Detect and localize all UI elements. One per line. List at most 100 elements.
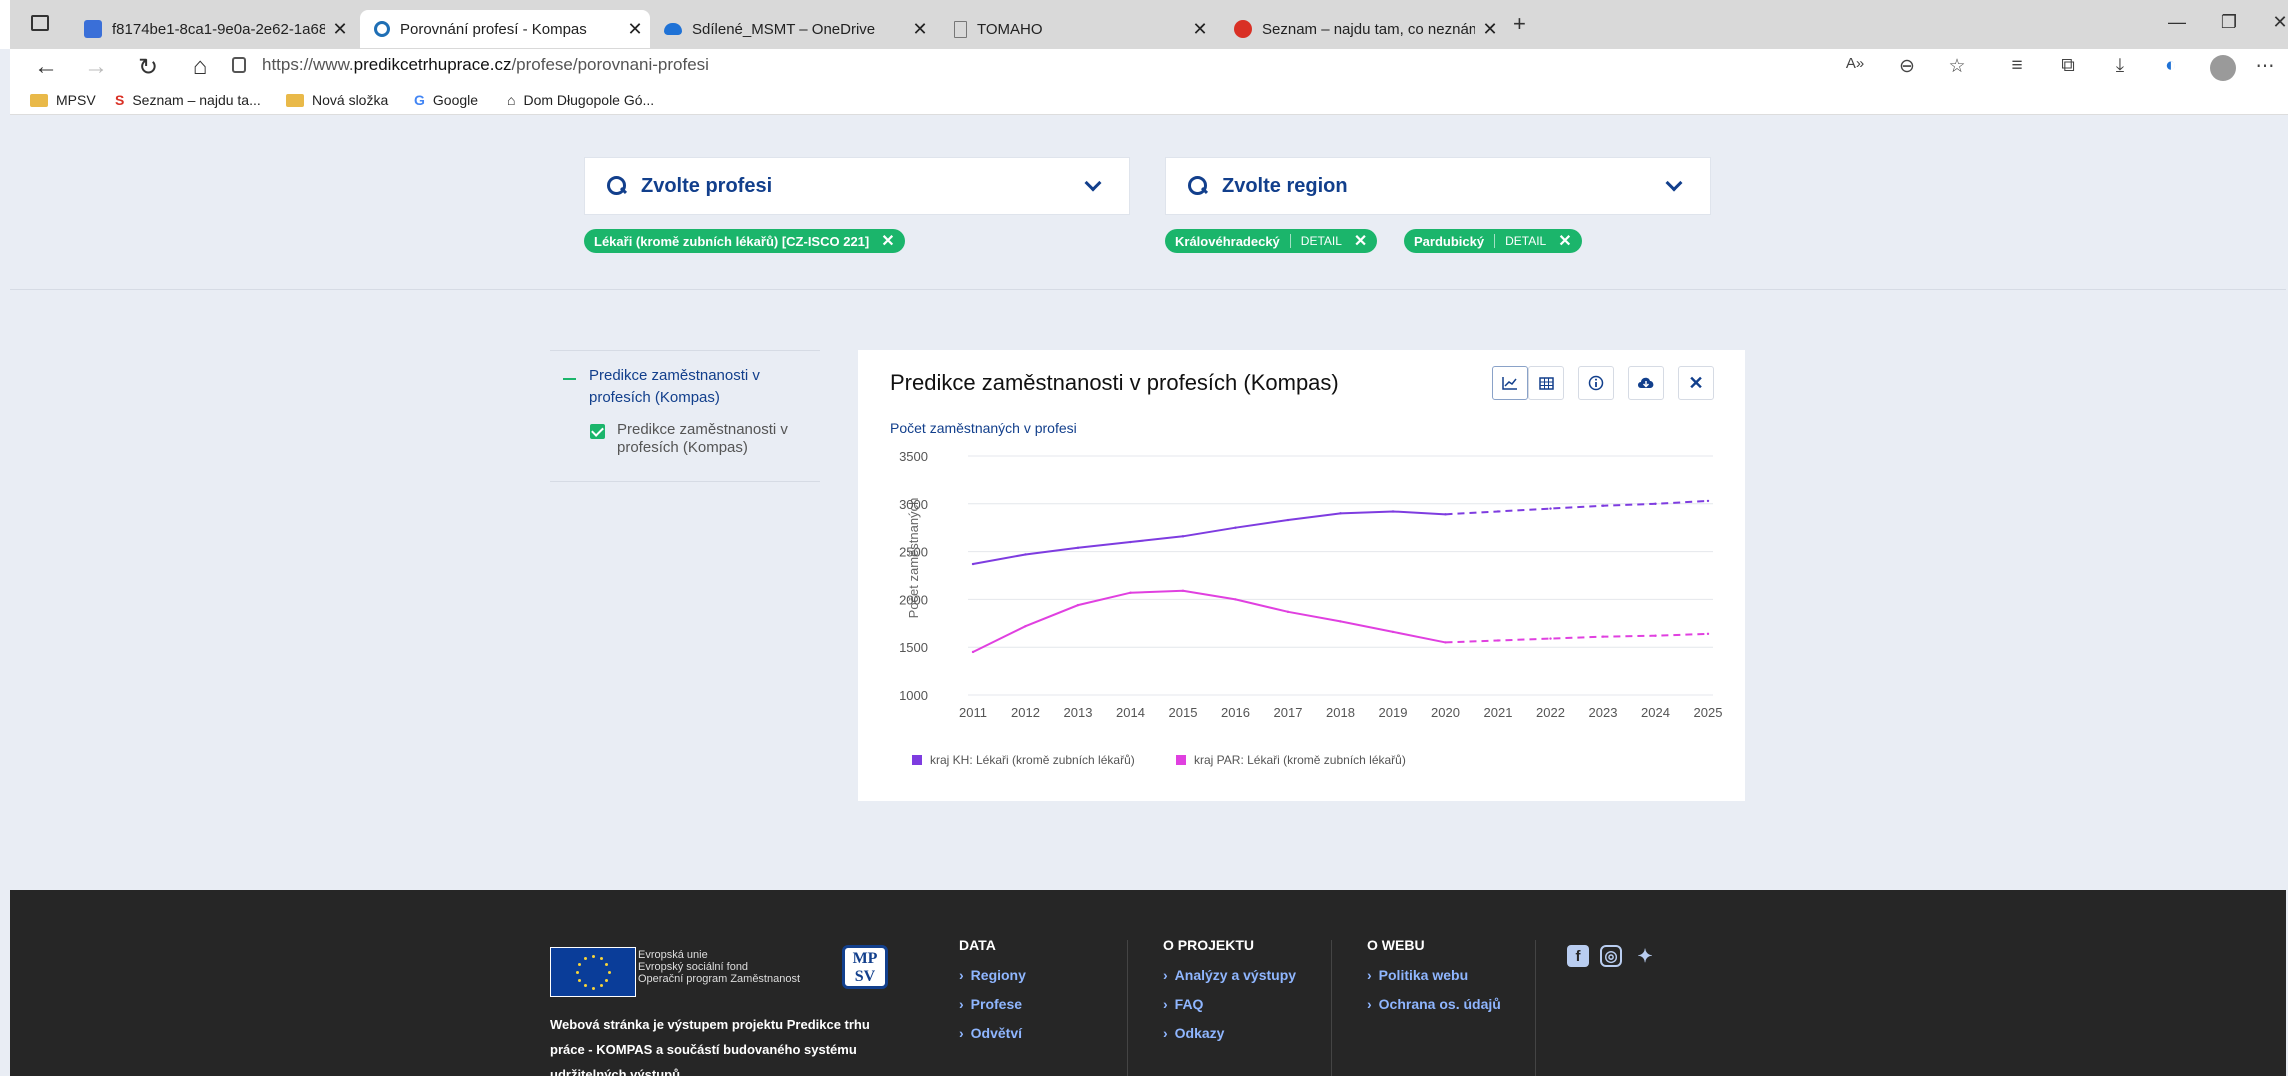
data-point[interactable] — [1496, 639, 1500, 642]
footer-link-odvetvi[interactable]: Odvětví — [959, 1025, 1026, 1041]
indicator-checkbox[interactable] — [590, 424, 605, 439]
tab-close-icon[interactable]: ✕ — [620, 19, 650, 40]
footer-link-politika[interactable]: Politika webu — [1367, 967, 1501, 983]
footer-link-ochrana[interactable]: Ochrana os. údajů — [1367, 996, 1501, 1012]
browser-tab-5[interactable]: Seznam – najdu tam, co neznám ✕ — [1220, 10, 1505, 48]
series-line-forecast-0[interactable] — [1445, 499, 1709, 516]
data-point[interactable] — [1076, 546, 1080, 549]
zoom-icon[interactable]: ⊖ — [1892, 55, 1922, 78]
series-line-forecast-1[interactable] — [1445, 632, 1709, 644]
series-line-actual-1[interactable] — [972, 589, 1446, 653]
favorite-add-icon[interactable]: ☆ — [1942, 55, 1972, 78]
read-aloud-icon[interactable]: A» — [1840, 55, 1870, 72]
bookmark-dom[interactable]: ⌂ Dom Długopole Gó... — [507, 92, 654, 108]
refresh-icon[interactable]: ↻ — [132, 53, 164, 82]
footer-link-analyzy[interactable]: Analýzy a výstupy — [1163, 967, 1296, 983]
tab-close-icon[interactable]: ✕ — [1185, 19, 1215, 40]
indicator-group-title[interactable]: Predikce zaměstnanosti v profesích (Komp… — [589, 365, 809, 409]
download-icon[interactable]: ⤓ — [2105, 55, 2135, 77]
data-point[interactable] — [1024, 553, 1027, 556]
data-point[interactable] — [1549, 507, 1552, 510]
data-point[interactable] — [1181, 535, 1185, 538]
data-point[interactable] — [1339, 512, 1342, 515]
more-icon[interactable]: ⋯ — [2250, 55, 2280, 78]
footer-link-odkazy[interactable]: Odkazy — [1163, 1025, 1296, 1041]
tab-actions-icon[interactable] — [31, 15, 49, 31]
tab-close-icon[interactable]: ✕ — [905, 19, 935, 40]
forward-icon[interactable]: → — [80, 53, 112, 81]
data-point[interactable] — [971, 650, 975, 654]
browser-tab-4[interactable]: TOMAHO ✕ — [940, 10, 1215, 48]
minimize-button[interactable]: — — [2157, 12, 2197, 33]
legend-item-par[interactable]: kraj PAR: Lékaři (kromě zubních lékařů) — [1176, 753, 1406, 767]
url-field[interactable]: https://www.predikcetrhuprace.cz/profese… — [262, 55, 709, 75]
tab-close-icon[interactable]: ✕ — [1475, 19, 1505, 40]
legend-item-kh[interactable]: kraj KH: Lékaři (kromě zubních lékařů) — [912, 753, 1135, 767]
profile-avatar[interactable] — [2210, 55, 2236, 81]
bookmark-google[interactable]: G Google — [414, 92, 478, 108]
folder-icon — [30, 93, 48, 107]
data-point[interactable] — [1601, 635, 1605, 638]
twitter-icon[interactable]: ✦ — [1634, 945, 1656, 967]
chip-detail-link[interactable]: DETAIL — [1289, 234, 1342, 248]
region-picker[interactable]: Zvolte region — [1165, 157, 1711, 215]
data-point[interactable] — [1496, 510, 1500, 513]
data-point[interactable] — [1391, 510, 1395, 513]
footer-divider — [1331, 940, 1332, 1076]
data-point[interactable] — [1601, 504, 1605, 507]
data-point[interactable] — [1024, 624, 1027, 628]
tab-close-icon[interactable]: ✕ — [325, 19, 355, 40]
footer-link-profese[interactable]: Profese — [959, 996, 1026, 1012]
data-point[interactable] — [971, 562, 975, 566]
browser-tab-1[interactable]: f8174be1-8ca1-9e0a-2e62-1a68 ✕ — [70, 10, 355, 48]
new-tab-button[interactable]: + — [1513, 11, 1526, 37]
collections-icon[interactable]: ⧉ — [2053, 55, 2083, 77]
remove-chip-icon[interactable]: ✕ — [1354, 231, 1367, 251]
edge-sidebar-icon[interactable]: ◐ — [2156, 55, 2186, 77]
data-point[interactable] — [1444, 513, 1447, 516]
profession-chip: Lékaři (kromě zubních lékařů) [CZ-ISCO 2… — [584, 229, 905, 253]
browser-tab-3[interactable]: Sdílené_MSMT – OneDrive ✕ — [650, 10, 935, 48]
data-point[interactable] — [1234, 598, 1237, 601]
data-point[interactable] — [1706, 499, 1710, 503]
remove-chip-icon[interactable]: ✕ — [881, 231, 894, 251]
profession-picker[interactable]: Zvolte profesi — [584, 157, 1130, 215]
data-point[interactable] — [1444, 641, 1447, 644]
data-point[interactable] — [1129, 591, 1132, 594]
remove-chip-icon[interactable]: ✕ — [1558, 231, 1571, 251]
data-point[interactable] — [1549, 637, 1552, 640]
data-point[interactable] — [1339, 620, 1342, 623]
home-icon[interactable]: ⌂ — [184, 53, 216, 81]
favorites-icon[interactable]: ≡ — [2002, 55, 2032, 77]
data-point[interactable] — [1706, 632, 1710, 636]
indicator-item-label[interactable]: Predikce zaměstnanosti v profesích (Komp… — [617, 421, 827, 457]
data-point[interactable] — [1286, 518, 1290, 522]
data-point[interactable] — [1654, 502, 1657, 505]
restore-button[interactable]: ❐ — [2209, 12, 2249, 33]
back-icon[interactable]: ← — [30, 53, 62, 81]
seznam-icon: S — [115, 92, 125, 108]
data-point[interactable] — [1234, 526, 1237, 529]
data-point[interactable] — [1654, 634, 1657, 637]
series-line-actual-0[interactable] — [972, 510, 1446, 566]
lock-icon — [232, 57, 246, 73]
data-point[interactable] — [1286, 610, 1290, 614]
bookmark-seznam[interactable]: S Seznam – najdu ta... — [115, 92, 261, 108]
close-window-button[interactable]: ✕ — [2260, 12, 2288, 33]
tab-title: TOMAHO — [977, 20, 1043, 38]
data-point[interactable] — [1181, 589, 1185, 592]
data-point[interactable] — [1391, 630, 1395, 634]
browser-tab-2[interactable]: Porovnání profesí - Kompas ✕ — [360, 10, 650, 48]
collapse-dash-icon[interactable] — [563, 378, 576, 380]
y-tick-label: 1000 — [899, 688, 928, 703]
y-tick-label: 2500 — [899, 545, 928, 560]
data-point[interactable] — [1076, 603, 1080, 607]
facebook-icon[interactable]: f — [1567, 945, 1589, 967]
instagram-icon[interactable]: ◎ — [1600, 945, 1622, 967]
footer-link-regiony[interactable]: Regiony — [959, 967, 1026, 983]
bookmark-mpsv[interactable]: MPSV — [30, 92, 96, 108]
bookmark-nova-slozka[interactable]: Nová složka — [286, 92, 388, 108]
data-point[interactable] — [1129, 540, 1132, 544]
footer-link-faq[interactable]: FAQ — [1163, 996, 1296, 1012]
chip-detail-link[interactable]: DETAIL — [1494, 234, 1546, 248]
